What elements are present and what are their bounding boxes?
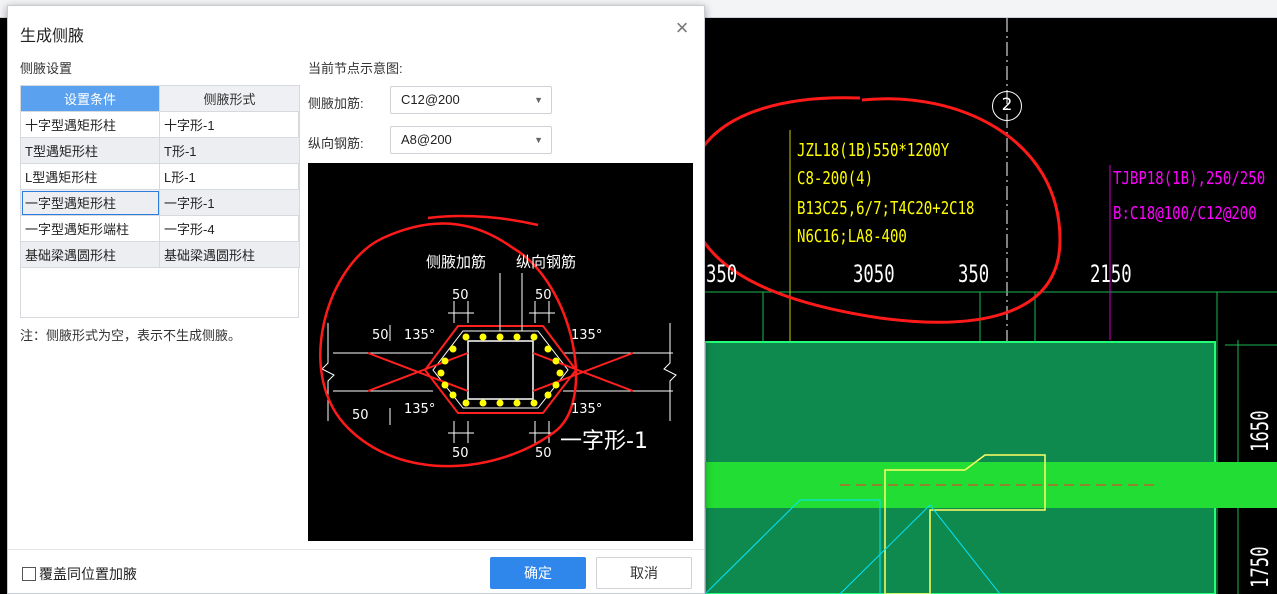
long-rebar-select[interactable]: A8@200 ▼: [390, 126, 552, 154]
overwrite-checkbox[interactable]: 覆盖同位置加腋: [22, 564, 137, 584]
beam-label-line-4: N6C16;LA8-400: [797, 226, 907, 247]
condition-cell[interactable]: 一字型遇矩形柱: [20, 189, 160, 216]
section-label-settings: 侧腋设置: [20, 61, 73, 76]
side-rebar-value: C12@200: [401, 92, 460, 107]
angle-left-bottom: 135°: [404, 402, 435, 417]
dim-50-left-bottom: 50: [352, 408, 369, 423]
dim-label: 2150: [1090, 260, 1132, 288]
table-row-selected[interactable]: 一字型遇矩形柱 一字形-1: [20, 189, 300, 216]
form-cell[interactable]: 基础梁遇圆形柱: [159, 241, 300, 268]
beam2-label-line-1: TJBP18(1B),250/250: [1113, 168, 1266, 189]
table-row[interactable]: 一字型遇矩形端柱 一字形-4: [20, 215, 300, 242]
dim-label: 350: [706, 260, 738, 288]
form-cell[interactable]: 十字形-1: [159, 111, 300, 138]
table-note: 注：侧腋形式为空，表示不生成侧腋。: [20, 328, 242, 343]
condition-cell[interactable]: 基础梁遇圆形柱: [20, 241, 160, 268]
condition-cell[interactable]: T型遇矩形柱: [20, 137, 160, 164]
beam2-label-line-2: B:C18@100/C12@200: [1113, 203, 1257, 224]
foundation-beam-band-ext: [1215, 462, 1277, 508]
angle-left-top: 135°: [404, 328, 435, 343]
label-long-rebar: 纵向钢筋: [516, 253, 576, 271]
overwrite-checkbox-label: 覆盖同位置加腋: [39, 566, 137, 582]
chevron-down-icon: ▼: [534, 135, 543, 145]
chevron-down-icon: ▼: [534, 95, 543, 105]
condition-cell[interactable]: 十字型遇矩形柱: [20, 111, 160, 138]
label-side-rebar: 侧腋加筋: [426, 253, 486, 271]
long-rebar-label: 纵向钢筋:: [308, 136, 364, 151]
axis-bubble: 2: [992, 91, 1022, 121]
form-cell[interactable]: L形-1: [159, 163, 300, 190]
beam-label-line-2: C8-200(4): [797, 168, 874, 189]
table-row[interactable]: L型遇矩形柱 L形-1: [20, 163, 300, 190]
dim-label: 350: [958, 260, 990, 288]
footer-divider: [8, 549, 704, 550]
condition-cell[interactable]: 一字型遇矩形端柱: [20, 215, 160, 242]
angle-right-bottom: 135°: [571, 402, 602, 417]
dim-50-left-top: 50: [372, 328, 389, 343]
dim-50-top-right: 50: [535, 288, 552, 303]
column-header-form[interactable]: 侧腋形式: [159, 85, 300, 112]
dim-label-vertical: 1750: [1246, 546, 1274, 588]
haunch-diagram: 侧腋加筋 纵向钢筋 50 50 50 50 50 50 135° 135° 13…: [319, 214, 677, 468]
table-row[interactable]: 十字型遇矩形柱 十字形-1: [20, 111, 300, 138]
side-rebar-select[interactable]: C12@200 ▼: [390, 86, 552, 114]
ok-button[interactable]: 确定: [490, 557, 586, 589]
dim-label: 3050: [853, 260, 895, 288]
cancel-button[interactable]: 取消: [596, 557, 692, 589]
long-rebar-value: A8@200: [401, 132, 452, 147]
beam-label-line-1: JZL18(1B)550*1200Y: [797, 140, 950, 161]
dialog-title: 生成侧腋: [20, 28, 85, 45]
dim-50-bottom-left: 50: [452, 446, 469, 461]
table-row[interactable]: 基础梁遇圆形柱 基础梁遇圆形柱: [20, 241, 300, 268]
side-rebar-label: 侧腋加筋:: [308, 96, 364, 111]
form-cell[interactable]: 一字形-4: [159, 215, 300, 242]
column-square: [467, 340, 534, 400]
section-label-preview: 当前节点示意图:: [308, 61, 403, 76]
rebar-dots: [437, 333, 564, 407]
angle-right-top: 135°: [571, 328, 602, 343]
form-cell[interactable]: 一字形-1: [159, 189, 300, 216]
dim-50-top-left: 50: [452, 288, 469, 303]
haunch-rules-table: 设置条件 侧腋形式 十字型遇矩形柱 十字形-1 T型遇矩形柱 T形-1 L型遇矩…: [20, 85, 300, 268]
beam-label-line-3: B13C25,6/7;T4C20+2C18: [797, 198, 975, 219]
table-row[interactable]: T型遇矩形柱 T形-1: [20, 137, 300, 164]
dim-label-vertical: 1650: [1246, 410, 1274, 452]
close-icon[interactable]: ×: [672, 17, 692, 39]
node-preview: 侧腋加筋 纵向钢筋 50 50 50 50 50 50 135° 135° 13…: [308, 163, 693, 541]
condition-cell[interactable]: L型遇矩形柱: [20, 163, 160, 190]
checkbox-icon[interactable]: [22, 567, 36, 581]
form-cell[interactable]: T形-1: [159, 137, 300, 164]
shape-name-label: 一字形-1: [560, 429, 648, 454]
dim-50-bottom-right: 50: [535, 446, 552, 461]
column-header-condition[interactable]: 设置条件: [20, 85, 160, 112]
generate-haunch-dialog: 生成侧腋 × 侧腋设置 当前节点示意图: 设置条件 侧腋形式 十字型遇矩形柱 十…: [7, 5, 705, 594]
